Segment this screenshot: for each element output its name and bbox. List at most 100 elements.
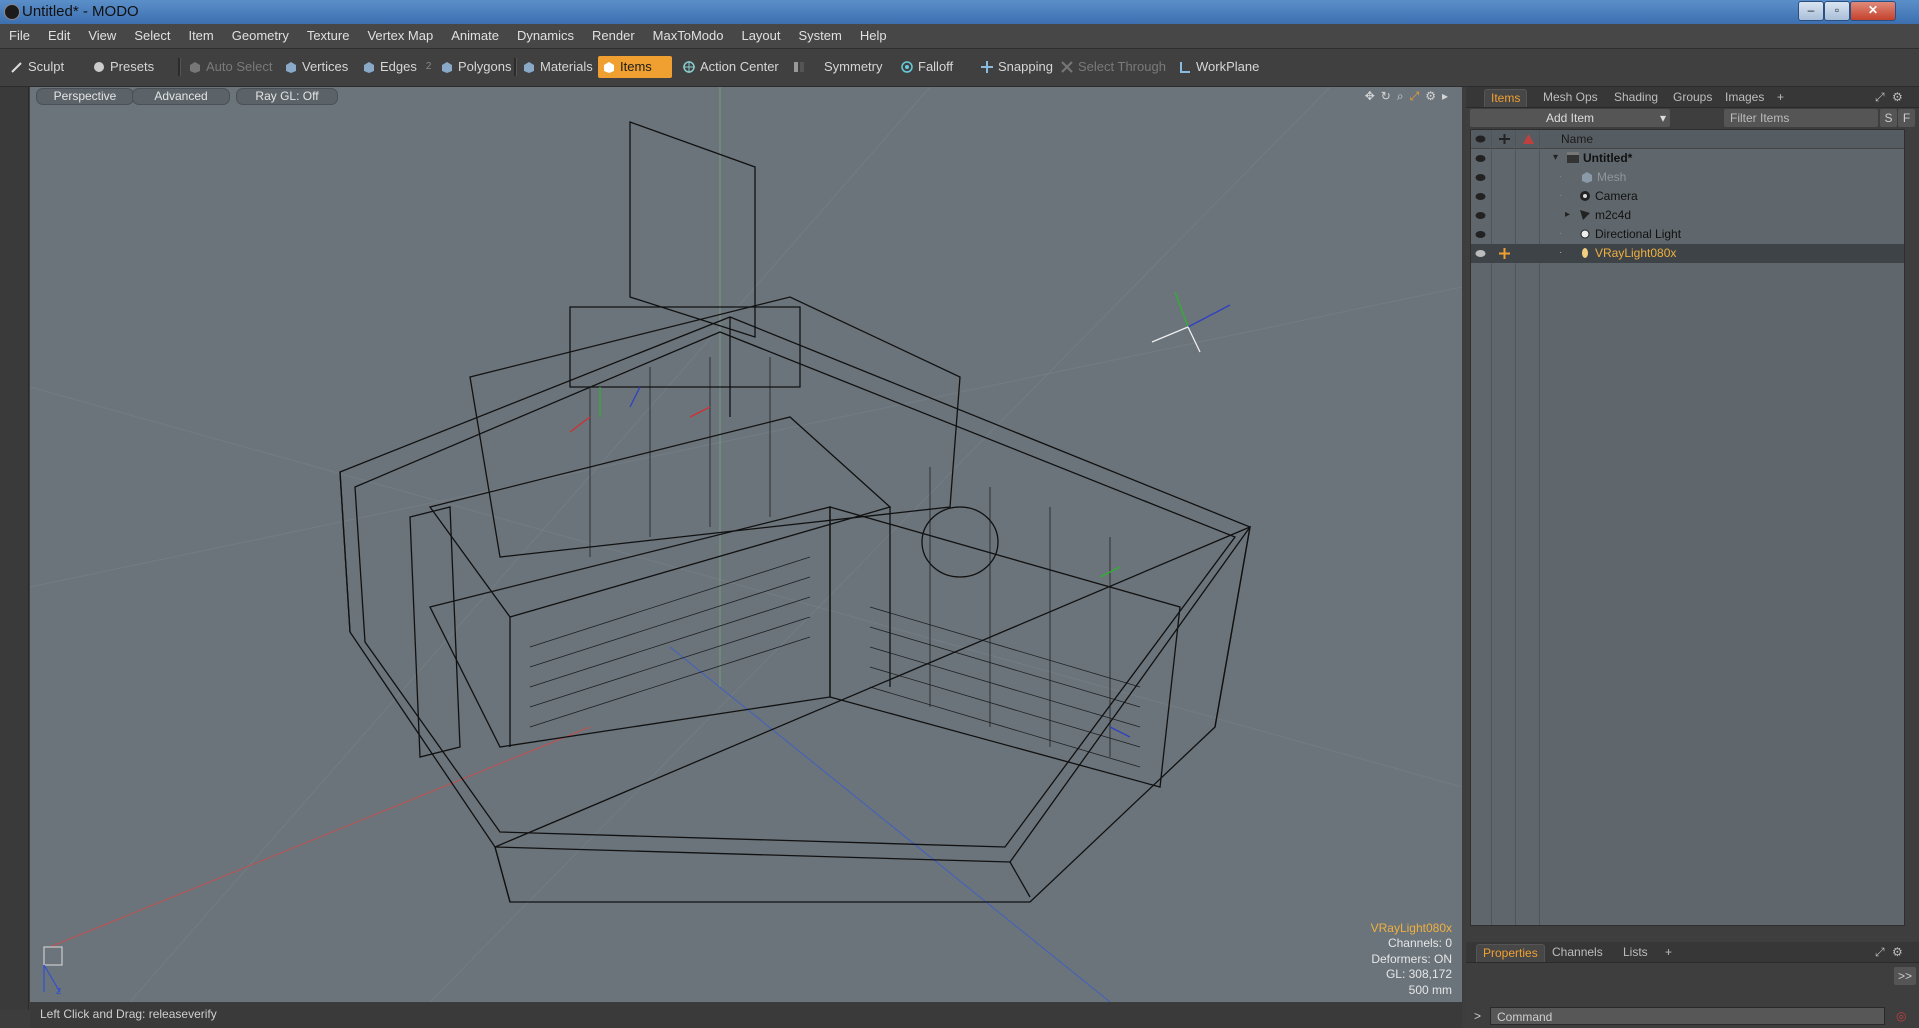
shading-dropdown[interactable]: Advanced	[132, 88, 230, 105]
item-label: Mesh	[1597, 170, 1627, 184]
vertices-button[interactable]: Vertices	[280, 56, 353, 78]
visibility-eye-icon[interactable]	[1475, 153, 1486, 164]
command-input[interactable]: Command	[1490, 1007, 1885, 1025]
polygons-icon	[442, 62, 452, 73]
expand-arrow-icon[interactable]: ▾	[1553, 152, 1558, 163]
rotate-view-icon[interactable]: ↻	[1381, 89, 1391, 104]
auto-select-button[interactable]: Auto Select	[184, 56, 278, 78]
minimize-button[interactable]: –	[1798, 1, 1824, 21]
symmetry-button[interactable]: Symmetry	[788, 56, 888, 78]
menu-animate[interactable]: Animate	[442, 24, 508, 48]
raygl-toggle[interactable]: Ray GL: Off	[236, 88, 338, 105]
item-row-directional-light[interactable]: · Directional Light	[1471, 225, 1904, 244]
menu-edit[interactable]: Edit	[39, 24, 79, 48]
view-mode-dropdown[interactable]: Perspective	[36, 88, 134, 105]
visibility-eye-icon[interactable]	[1475, 248, 1486, 259]
add-tab-icon[interactable]: +	[1659, 944, 1678, 961]
left-tool-strip[interactable]	[0, 87, 29, 1010]
visibility-eye-icon[interactable]	[1475, 172, 1486, 183]
menu-vertex-map[interactable]: Vertex Map	[358, 24, 442, 48]
menu-render[interactable]: Render	[583, 24, 644, 48]
gear-icon[interactable]: ⚙	[1425, 89, 1436, 104]
menu-dynamics[interactable]: Dynamics	[508, 24, 583, 48]
tab-groups[interactable]: Groups	[1667, 89, 1718, 106]
item-row-camera[interactable]: · Camera	[1471, 187, 1904, 206]
close-button[interactable]: ✕	[1850, 1, 1896, 21]
tree-connector-icon: ·	[1559, 190, 1563, 201]
render-header-icon	[1523, 134, 1534, 144]
expand-arrow-icon[interactable]: ▸	[1442, 89, 1448, 104]
item-list-header: Name	[1471, 130, 1904, 149]
maximize-view-icon[interactable]: ⤢	[1410, 89, 1420, 104]
filter-s-button[interactable]: S	[1880, 109, 1897, 127]
menu-select[interactable]: Select	[125, 24, 179, 48]
items-button[interactable]: Items	[598, 56, 672, 78]
edges-button[interactable]: Edges 2	[358, 56, 436, 78]
menu-layout[interactable]: Layout	[732, 24, 789, 48]
item-row-mesh[interactable]: · Mesh	[1471, 168, 1904, 187]
deformers-status: Deformers: ON	[1371, 951, 1452, 966]
menu-file[interactable]: File	[0, 24, 39, 48]
light-bulb-icon	[1582, 248, 1588, 258]
filter-items-input[interactable]: Filter Items	[1724, 109, 1878, 127]
tab-channels[interactable]: Channels	[1546, 944, 1609, 961]
menu-item[interactable]: Item	[179, 24, 222, 48]
add-tab-icon[interactable]: +	[1771, 89, 1790, 106]
status-hint: Left Click and Drag: releaseverify	[40, 1007, 217, 1021]
expand-properties-button[interactable]: >>	[1894, 967, 1916, 985]
title-bar: Untitled* - MODO – ▫ ✕	[0, 0, 1919, 24]
mesh-cube-icon	[1582, 172, 1592, 183]
select-through-button[interactable]: Select Through	[1056, 56, 1171, 78]
visibility-eye-icon[interactable]	[1475, 229, 1486, 240]
snapping-icon	[981, 61, 993, 73]
maximize-button[interactable]: ▫	[1824, 1, 1850, 21]
falloff-button[interactable]: Falloff	[896, 56, 958, 78]
selected-item-marker-icon	[1499, 248, 1510, 259]
status-bar: Left Click and Drag: releaseverify	[30, 1003, 1462, 1028]
item-row-scene[interactable]: ▾ Untitled*	[1471, 149, 1904, 168]
toolbar-separator	[178, 58, 181, 76]
move-view-icon[interactable]: ✥	[1365, 89, 1375, 104]
command-history-icon[interactable]: ◎	[1896, 1009, 1906, 1023]
expand-arrow-icon[interactable]: ▸	[1565, 209, 1570, 220]
menu-help[interactable]: Help	[851, 24, 896, 48]
lock-header-icon	[1499, 134, 1510, 144]
visibility-eye-icon[interactable]	[1475, 191, 1486, 202]
gear-icon[interactable]: ⚙	[1886, 944, 1909, 961]
filter-f-button[interactable]: F	[1898, 109, 1915, 127]
action-center-button[interactable]: Action Center	[678, 56, 784, 78]
camera-icon	[1580, 191, 1590, 201]
viewport-info-overlay: VRayLight080x Channels: 0 Deformers: ON …	[1371, 921, 1452, 999]
workplane-button[interactable]: WorkPlane	[1174, 56, 1264, 78]
3d-viewport[interactable]: z Perspective Advanced Ray GL: Off ✥ ↻ ⌕…	[30, 87, 1462, 1002]
visibility-eye-icon[interactable]	[1475, 210, 1486, 221]
gear-icon[interactable]: ⚙	[1886, 89, 1909, 106]
column-name-header[interactable]: Name	[1561, 132, 1593, 146]
menu-maxtomodo[interactable]: MaxToModo	[644, 24, 733, 48]
item-row-vraylight[interactable]: · VRayLight080x	[1471, 244, 1904, 263]
menu-geometry[interactable]: Geometry	[223, 24, 298, 48]
tree-connector-icon: ·	[1559, 228, 1563, 239]
tab-mesh-ops[interactable]: Mesh Ops	[1537, 89, 1604, 106]
materials-label: Materials	[540, 59, 593, 74]
tab-items[interactable]: Items	[1484, 89, 1528, 107]
tab-images[interactable]: Images	[1719, 89, 1770, 106]
item-label: VRayLight080x	[1595, 246, 1677, 260]
menu-texture[interactable]: Texture	[298, 24, 359, 48]
snapping-button[interactable]: Snapping	[976, 56, 1058, 78]
menu-view[interactable]: View	[79, 24, 125, 48]
materials-icon	[524, 62, 534, 73]
zoom-view-icon[interactable]: ⌕	[1397, 89, 1404, 104]
presets-button[interactable]: Presets	[88, 56, 159, 78]
tab-shading[interactable]: Shading	[1608, 89, 1664, 106]
polygons-button[interactable]: Polygons	[436, 56, 516, 78]
item-row-m2c4d[interactable]: ▸ m2c4d	[1471, 206, 1904, 225]
tab-properties[interactable]: Properties	[1476, 944, 1545, 962]
menu-system[interactable]: System	[790, 24, 851, 48]
materials-button[interactable]: Materials	[518, 56, 598, 78]
items-icon	[604, 62, 614, 73]
tab-lists[interactable]: Lists	[1617, 944, 1654, 961]
edges-count: 2	[425, 61, 432, 72]
add-item-dropdown[interactable]: Add Item ▾	[1470, 109, 1670, 127]
sculpt-button[interactable]: Sculpt	[6, 56, 69, 78]
